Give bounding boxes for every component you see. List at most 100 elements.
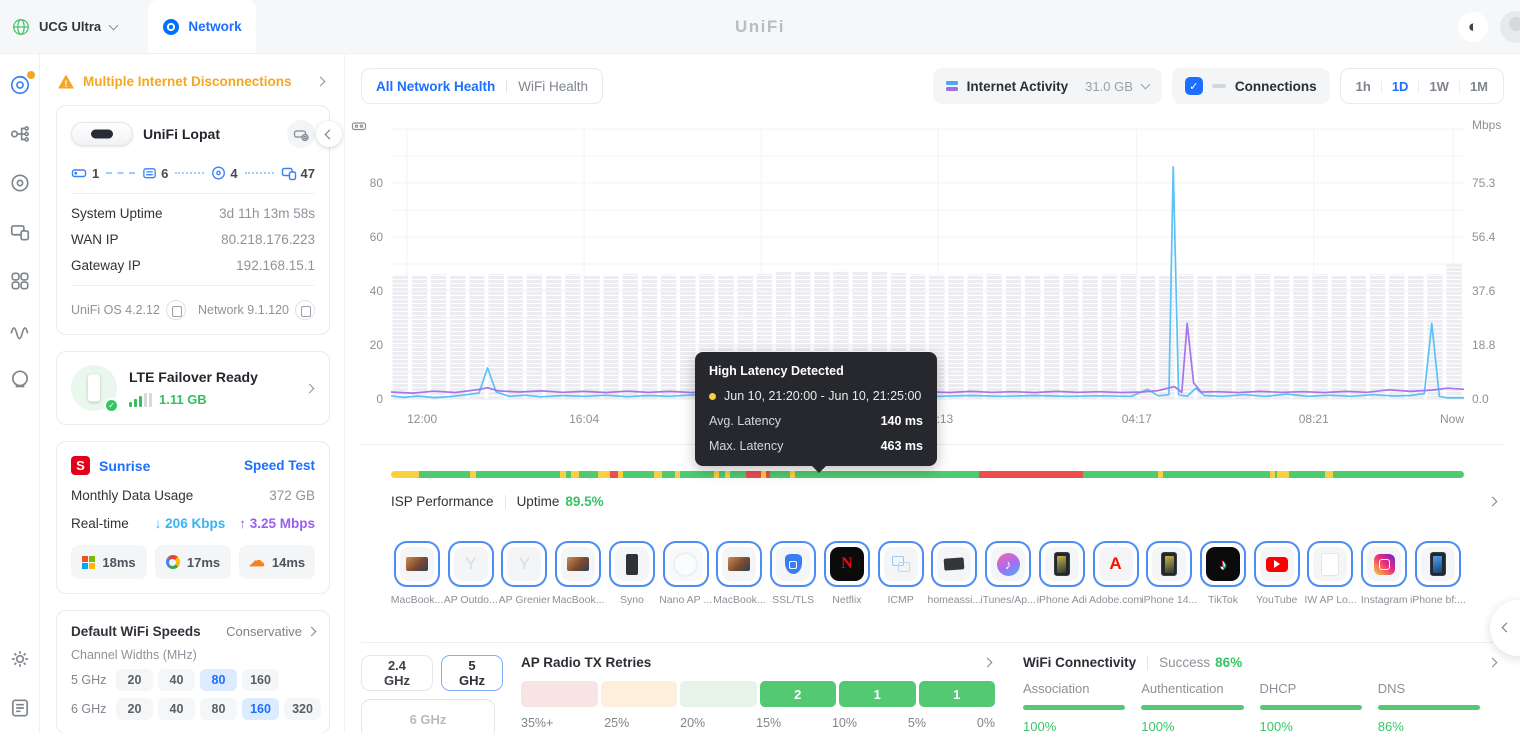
sidebar-item-settings[interactable] — [9, 648, 31, 670]
speed-test-button[interactable]: Speed Test — [244, 458, 315, 473]
ping-microsoft[interactable]: 18ms — [71, 545, 147, 579]
client-item[interactable]: MacBook... — [391, 541, 443, 606]
range-1m[interactable]: 1M — [1460, 79, 1498, 94]
range-1h[interactable]: 1h — [1346, 79, 1381, 94]
isp-performance-row[interactable]: ISP Performance Uptime 89.5% — [391, 494, 1504, 509]
client-icon-box[interactable] — [501, 541, 548, 587]
band-5ghz-button[interactable]: 5 GHz — [441, 655, 503, 691]
channel-width-option[interactable]: 80 — [200, 698, 237, 720]
avatar[interactable] — [1500, 10, 1520, 43]
client-icon-box[interactable] — [1253, 541, 1300, 587]
isp-performance-bar[interactable] — [391, 471, 1464, 478]
y-tick: 75.3 — [1472, 176, 1496, 190]
client-item[interactable]: SSL/TLS — [767, 541, 819, 606]
band-2-4ghz-button[interactable]: 2.4 GHz — [361, 655, 433, 691]
tiktok-icon — [1206, 547, 1241, 581]
client-item[interactable]: IW AP Lo... — [1304, 541, 1357, 606]
client-icon-box[interactable] — [555, 541, 602, 587]
client-icon-box[interactable] — [716, 541, 763, 587]
client-item[interactable]: iPhone Adi — [1036, 541, 1088, 606]
client-item[interactable]: Syno — [606, 541, 658, 606]
channel-width-option[interactable]: 160 — [242, 669, 279, 691]
client-icon-box[interactable] — [1146, 541, 1193, 587]
client-item[interactable]: Adobe.com — [1089, 541, 1142, 606]
client-icon-box[interactable] — [608, 541, 655, 587]
client-icon-box[interactable] — [447, 541, 494, 587]
channel-width-option[interactable]: 20 — [116, 698, 153, 720]
sidebar-item-unifi-devices[interactable] — [9, 172, 31, 194]
theme-toggle-button[interactable]: ◐ — [1458, 11, 1488, 42]
client-item[interactable]: AP Outdo... — [444, 541, 498, 606]
wifi-connectivity-section[interactable]: WiFi Connectivity Success 86% Associatio… — [1023, 655, 1504, 733]
gateway-settings-button[interactable] — [287, 120, 315, 148]
client-item[interactable]: MacBook... — [713, 541, 766, 606]
tab-wifi-health[interactable]: WiFi Health — [518, 79, 588, 94]
client-icon-box[interactable] — [1361, 541, 1408, 587]
client-item[interactable]: iPhone 14... — [1141, 541, 1197, 606]
client-item[interactable]: MacBook... — [552, 541, 604, 606]
wifi-mode-button[interactable]: Conservative — [226, 624, 317, 639]
client-item[interactable]: Nano AP ... — [659, 541, 713, 606]
client-icon-box[interactable] — [1414, 541, 1461, 587]
channel-width-option[interactable]: 20 — [116, 669, 153, 691]
shield-icon — [776, 547, 811, 581]
access-point-icon — [212, 166, 226, 180]
switch-icon — [143, 168, 156, 179]
firmware-row: UniFi OS 4.2.12 Network 9.1.120 — [71, 298, 315, 326]
internet-activity-selector[interactable]: Internet Activity 31.0 GB — [932, 68, 1162, 104]
channel-width-option[interactable]: 320 — [284, 698, 321, 720]
client-icon-box[interactable] — [1307, 541, 1354, 587]
client-icon-box[interactable] — [1200, 541, 1247, 587]
sidebar-item-system-log[interactable] — [9, 697, 31, 719]
client-item[interactable]: TikTok — [1197, 541, 1249, 606]
alert-multiple-disconnections[interactable]: Multiple Internet Disconnections — [56, 74, 330, 89]
sidebar-item-statistics[interactable] — [9, 319, 31, 341]
info-row-uptime: System Uptime 3d 11h 13m 58s — [71, 206, 315, 221]
client-icon-box[interactable] — [877, 541, 924, 587]
range-1d[interactable]: 1D — [1382, 79, 1419, 94]
channel-width-option[interactable]: 80 — [200, 669, 237, 691]
client-icon-box[interactable] — [662, 541, 709, 587]
client-item[interactable]: AP Grenier — [498, 541, 550, 606]
client-item[interactable]: Netflix — [821, 541, 873, 606]
sidebar-item-applications[interactable] — [9, 270, 31, 292]
client-label: Nano AP ... — [659, 594, 713, 606]
client-icon-box[interactable] — [931, 541, 978, 587]
band-6ghz-button[interactable]: 6 GHz — [361, 699, 495, 733]
range-1w[interactable]: 1W — [1419, 79, 1459, 94]
lte-failover-card[interactable]: ✓ LTE Failover Ready 1.11 GB — [56, 351, 330, 425]
channel-width-option[interactable]: 40 — [158, 698, 195, 720]
release-notes-icon[interactable] — [295, 300, 315, 320]
client-icon-box[interactable] — [394, 541, 440, 587]
itunes-icon — [991, 547, 1026, 581]
ping-cloudflare[interactable]: ☁ 14ms — [239, 545, 315, 579]
scale-label: 20% — [680, 716, 706, 730]
client-icon-box[interactable] — [1038, 541, 1085, 587]
sidebar-item-radios[interactable] — [9, 368, 31, 390]
tx-retries-section[interactable]: AP Radio TX Retries 2 1 1 35%+ 25% 20% 1… — [521, 655, 995, 730]
tab-network[interactable]: Network — [148, 0, 256, 53]
panel-collapse-button[interactable] — [316, 121, 342, 147]
client-icon-box[interactable] — [985, 541, 1032, 587]
console-switcher[interactable]: UCG Ultra — [0, 0, 148, 53]
ping-google[interactable]: 17ms — [155, 545, 231, 579]
client-item[interactable]: iTunes/Ap... — [980, 541, 1036, 606]
connections-toggle[interactable]: ✓ Connections — [1171, 68, 1330, 104]
tab-all-network-health[interactable]: All Network Health — [376, 79, 495, 94]
sidebar-item-topology[interactable] — [9, 123, 31, 145]
isp-segment — [571, 471, 580, 478]
client-item[interactable]: iPhone bf:... — [1410, 541, 1466, 606]
client-item[interactable]: homeassi... — [928, 541, 981, 606]
client-icon-box[interactable] — [823, 541, 870, 587]
client-item[interactable]: ICMP — [875, 541, 927, 606]
client-icon-box[interactable] — [770, 541, 817, 587]
client-item[interactable]: YouTube — [1251, 541, 1303, 606]
client-icon-box[interactable] — [1092, 541, 1139, 587]
client-item[interactable]: Instagram — [1358, 541, 1410, 606]
checkbox-checked-icon[interactable]: ✓ — [1184, 77, 1203, 95]
channel-width-option[interactable]: 40 — [158, 669, 195, 691]
release-notes-icon[interactable] — [165, 300, 186, 320]
sidebar-item-dashboard[interactable] — [9, 71, 35, 96]
channel-width-option[interactable]: 160 — [242, 698, 279, 720]
sidebar-item-clients[interactable] — [9, 221, 31, 243]
